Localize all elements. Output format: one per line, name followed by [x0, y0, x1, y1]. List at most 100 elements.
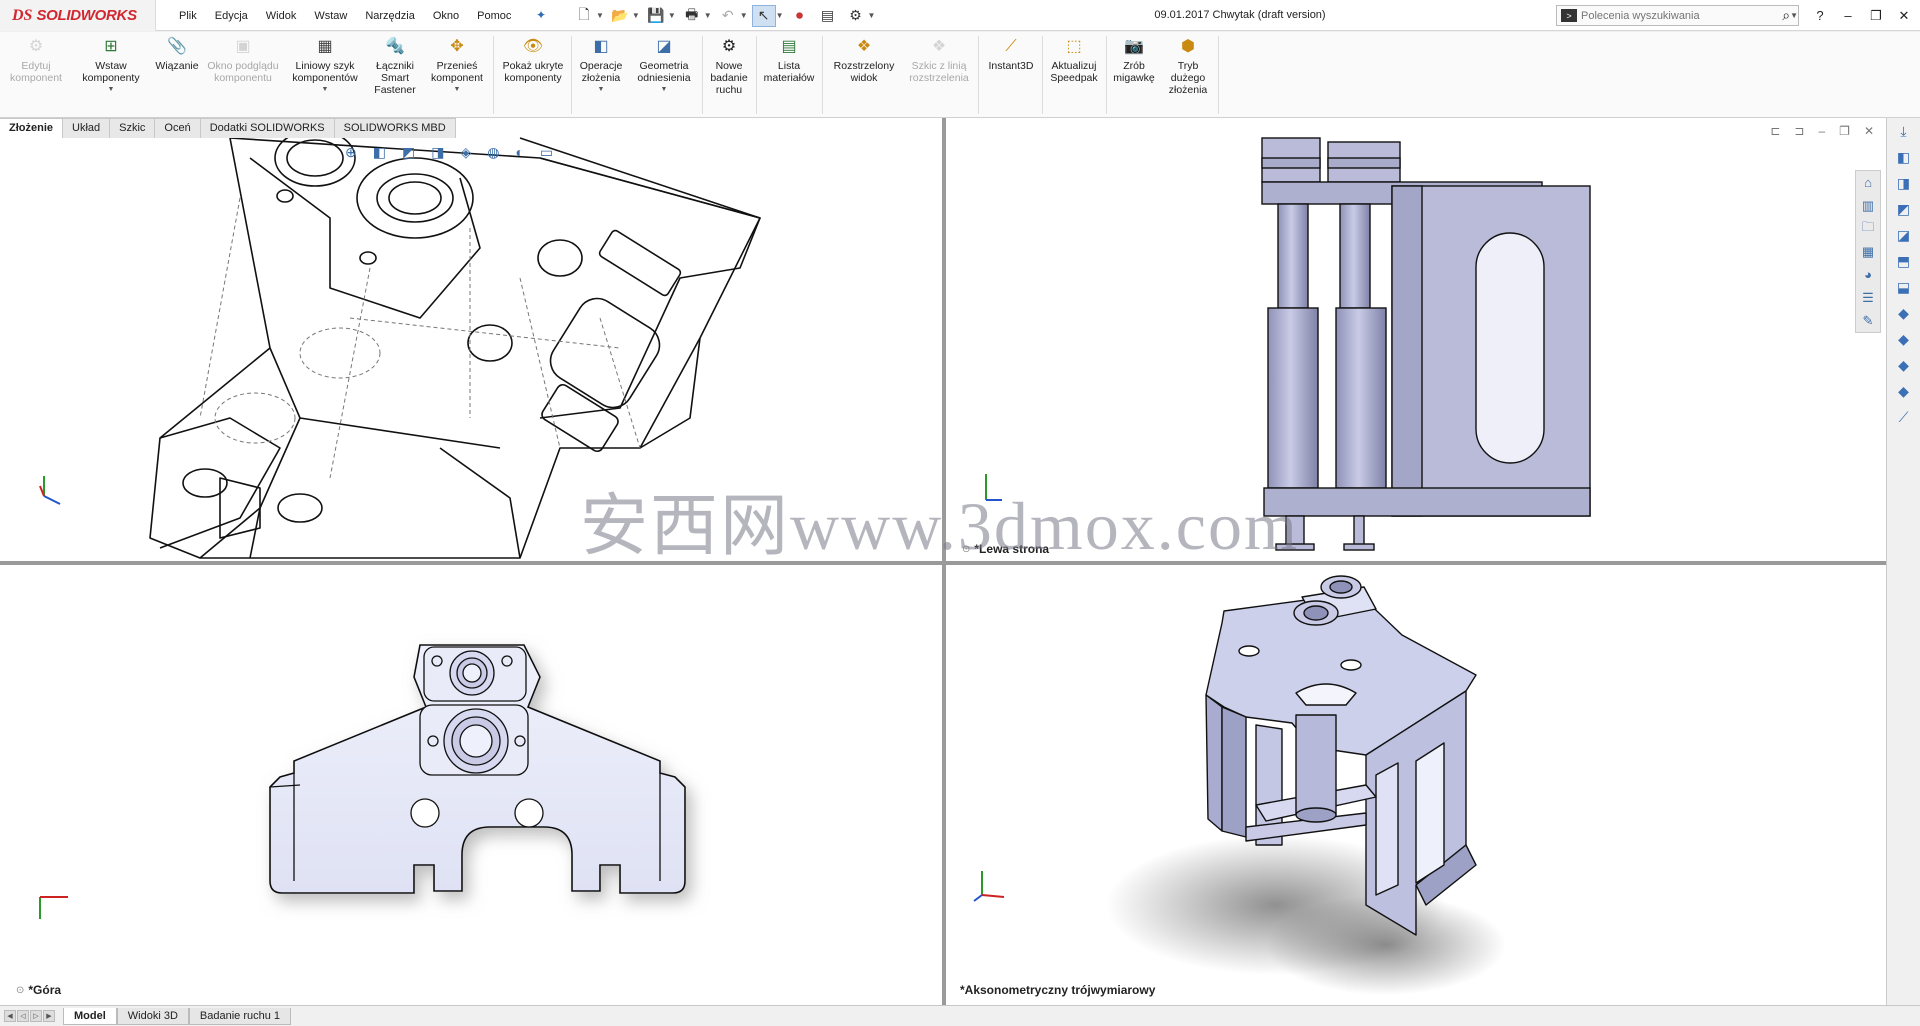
- edit-component-button[interactable]: ⚙ Edytuj komponent: [6, 36, 66, 85]
- chevron-down-icon[interactable]: ▼: [668, 11, 676, 20]
- measure-icon[interactable]: ⟋: [1887, 404, 1920, 430]
- show-hidden-components-button[interactable]: 👁 Pokaż ukryte komponenty: [497, 36, 569, 85]
- chevron-down-icon[interactable]: ▼: [704, 11, 712, 20]
- minimize-view-icon[interactable]: –: [1818, 124, 1825, 138]
- smart-fastener-button[interactable]: 🔩 Łączniki Smart Fastener: [366, 36, 424, 97]
- chevron-down-icon[interactable]: ▼: [776, 11, 784, 20]
- save-icon[interactable]: 💾: [644, 5, 668, 27]
- list-icon[interactable]: ☰: [1856, 286, 1880, 309]
- viewport-top-view[interactable]: ⊙ *Góra: [0, 565, 942, 1005]
- view-orientation-icon[interactable]: ◩: [402, 144, 415, 161]
- parts-icon[interactable]: ▥: [1856, 194, 1880, 217]
- select-pointer-icon[interactable]: ↖: [751, 4, 776, 27]
- tab-mbd[interactable]: SOLIDWORKS MBD: [334, 118, 456, 138]
- menu-narzedzia[interactable]: Narzędzia: [356, 10, 424, 22]
- first-tab-icon[interactable]: ◀: [4, 1010, 16, 1022]
- tab-szkic[interactable]: Szkic: [110, 118, 156, 138]
- section-view-icon[interactable]: ◧: [373, 144, 386, 161]
- tab-motion-study[interactable]: Badanie ruchu 1: [188, 1007, 292, 1025]
- mate-button[interactable]: 📎 Wiązanie: [150, 36, 204, 73]
- viewport-trimetric-view[interactable]: *Aksonometryczny trójwymiarowy: [946, 565, 1886, 1005]
- view-top-icon[interactable]: ⬒: [1887, 248, 1920, 274]
- open-document-icon[interactable]: 📂: [608, 5, 632, 27]
- close-icon[interactable]: ✕: [1890, 8, 1918, 24]
- home-view-icon[interactable]: ⌂: [1856, 171, 1880, 194]
- prev-tab-icon[interactable]: ◁: [17, 1010, 29, 1022]
- bill-of-materials-button[interactable]: ▤ Lista materiałów: [758, 36, 820, 85]
- last-tab-icon[interactable]: ▶: [43, 1010, 55, 1022]
- help-icon[interactable]: ?: [1806, 8, 1834, 23]
- chevron-down-icon[interactable]: ▼: [868, 11, 876, 20]
- print-icon[interactable]: 🖶: [680, 5, 704, 27]
- insert-components-button[interactable]: ⊞ Wstaw komponenty ▼: [74, 36, 148, 96]
- options-gear-icon[interactable]: ⚙: [844, 5, 868, 27]
- minimize-icon[interactable]: –: [1834, 8, 1862, 23]
- tab-zlozenie[interactable]: Złożenie: [0, 118, 64, 138]
- menu-wstaw[interactable]: Wstaw: [305, 10, 356, 22]
- file-properties-icon[interactable]: ▤: [816, 5, 840, 27]
- traffic-light-icon[interactable]: ⏺: [788, 5, 812, 27]
- chat-icon[interactable]: ✎: [1856, 309, 1880, 332]
- large-assembly-mode-button[interactable]: ⬢ Tryb dużego złożenia: [1162, 36, 1214, 97]
- component-preview-button[interactable]: ▣ Okno podglądu komponentu: [206, 36, 280, 85]
- appearance-icon[interactable]: ◍: [487, 144, 499, 161]
- take-snapshot-button[interactable]: 📷 Zrób migawkę: [1108, 36, 1160, 85]
- view-right-icon[interactable]: ◪: [1887, 222, 1920, 248]
- properties-icon[interactable]: ▦: [1856, 240, 1880, 263]
- view-bottom-icon[interactable]: ⬓: [1887, 274, 1920, 300]
- view-settings-icon[interactable]: ▭: [540, 144, 553, 161]
- menu-plik[interactable]: Plik: [170, 10, 206, 22]
- tab-uklad[interactable]: Układ: [63, 118, 111, 138]
- search-icon[interactable]: ⌕: [1782, 7, 1790, 24]
- move-component-button[interactable]: ✥ Przenieś komponent ▼: [426, 36, 488, 96]
- tab-dodatki[interactable]: Dodatki SOLIDWORKS: [200, 118, 335, 138]
- viewport-left-view[interactable]: ⊏ ⊐ – ❐ ✕ ⊙ *Lewa strona: [946, 118, 1886, 561]
- display-style-icon[interactable]: ◨: [431, 144, 444, 161]
- view-back-icon[interactable]: ◨: [1887, 170, 1920, 196]
- appearances-icon[interactable]: ◕: [1856, 263, 1880, 286]
- linear-pattern-button[interactable]: ▦ Liniowy szyk komponentów ▼: [284, 36, 366, 96]
- viewport-splitter-vertical[interactable]: [942, 118, 946, 1005]
- zoom-to-fit-icon[interactable]: ⊕: [345, 144, 357, 161]
- instant3d-button[interactable]: ⟋ Instant3D: [982, 36, 1040, 73]
- view-iso-icon[interactable]: ◆: [1887, 300, 1920, 326]
- exploded-view-button[interactable]: ❖ Rozstrzelony widok: [826, 36, 902, 85]
- chevron-down-icon[interactable]: ▼: [740, 11, 748, 20]
- graphics-area[interactable]: ⊕ ◧ ◩ ◨ ◈ ◍ ◐ ▭ ⊏ ⊐ – ❐ ✕ ⊙ *Lewa strona…: [0, 118, 1886, 1005]
- viewport-isometric-wireframe[interactable]: ⊕ ◧ ◩ ◨ ◈ ◍ ◐ ▭: [0, 118, 942, 561]
- search-input[interactable]: [1581, 9, 1783, 22]
- solidworks-logo[interactable]: DS SOLIDWORKS: [0, 0, 156, 31]
- close-view-icon[interactable]: ✕: [1864, 124, 1874, 138]
- chevron-down-icon[interactable]: ▼: [632, 11, 640, 20]
- view-dimetric-icon[interactable]: ◆: [1887, 326, 1920, 352]
- tab-model[interactable]: Model: [63, 1007, 117, 1025]
- assembly-features-button[interactable]: ◧ Operacje złożenia ▼: [574, 36, 628, 96]
- view-normal-icon[interactable]: ◆: [1887, 378, 1920, 404]
- menu-edycja[interactable]: Edycja: [206, 10, 257, 22]
- new-motion-study-button[interactable]: ⚙ Nowe badanie ruchu: [704, 36, 754, 97]
- view-left-icon[interactable]: ◩: [1887, 196, 1920, 222]
- update-speedpak-button[interactable]: ⬚ Aktualizuj Speedpak: [1044, 36, 1104, 85]
- view-trimetric-icon[interactable]: ◆: [1887, 352, 1920, 378]
- tab-ocen[interactable]: Oceń: [155, 118, 201, 138]
- toggle-views-icon[interactable]: ⊐: [1794, 124, 1804, 138]
- scene-icon[interactable]: ◐: [515, 144, 523, 161]
- next-tab-icon[interactable]: ▷: [30, 1010, 42, 1022]
- tab-3d-views[interactable]: Widoki 3D: [116, 1007, 189, 1025]
- link-views-icon[interactable]: ⊏: [1770, 124, 1780, 138]
- menu-pomoc[interactable]: Pomoc: [468, 10, 520, 22]
- undo-icon[interactable]: ↶: [716, 5, 740, 27]
- view-front-icon[interactable]: ◧: [1887, 144, 1920, 170]
- folder-icon[interactable]: 🗀: [1856, 217, 1880, 240]
- pin-pane-icon[interactable]: ⤓: [1887, 118, 1920, 144]
- chevron-down-icon[interactable]: ▼: [1790, 11, 1798, 20]
- hide-show-items-icon[interactable]: ◈: [460, 144, 471, 161]
- menu-widok[interactable]: Widok: [257, 10, 306, 22]
- chevron-down-icon[interactable]: ▼: [596, 11, 604, 20]
- explode-line-sketch-button[interactable]: ❖ Szkic z linią rozstrzelenia: [904, 36, 974, 85]
- command-search[interactable]: > ⌕ ▼: [1556, 5, 1799, 26]
- menu-okno[interactable]: Okno: [424, 10, 468, 22]
- pin-menu-icon[interactable]: ✦: [536, 8, 546, 22]
- new-document-icon[interactable]: 🗋: [572, 5, 596, 27]
- maximize-view-icon[interactable]: ❐: [1839, 124, 1850, 138]
